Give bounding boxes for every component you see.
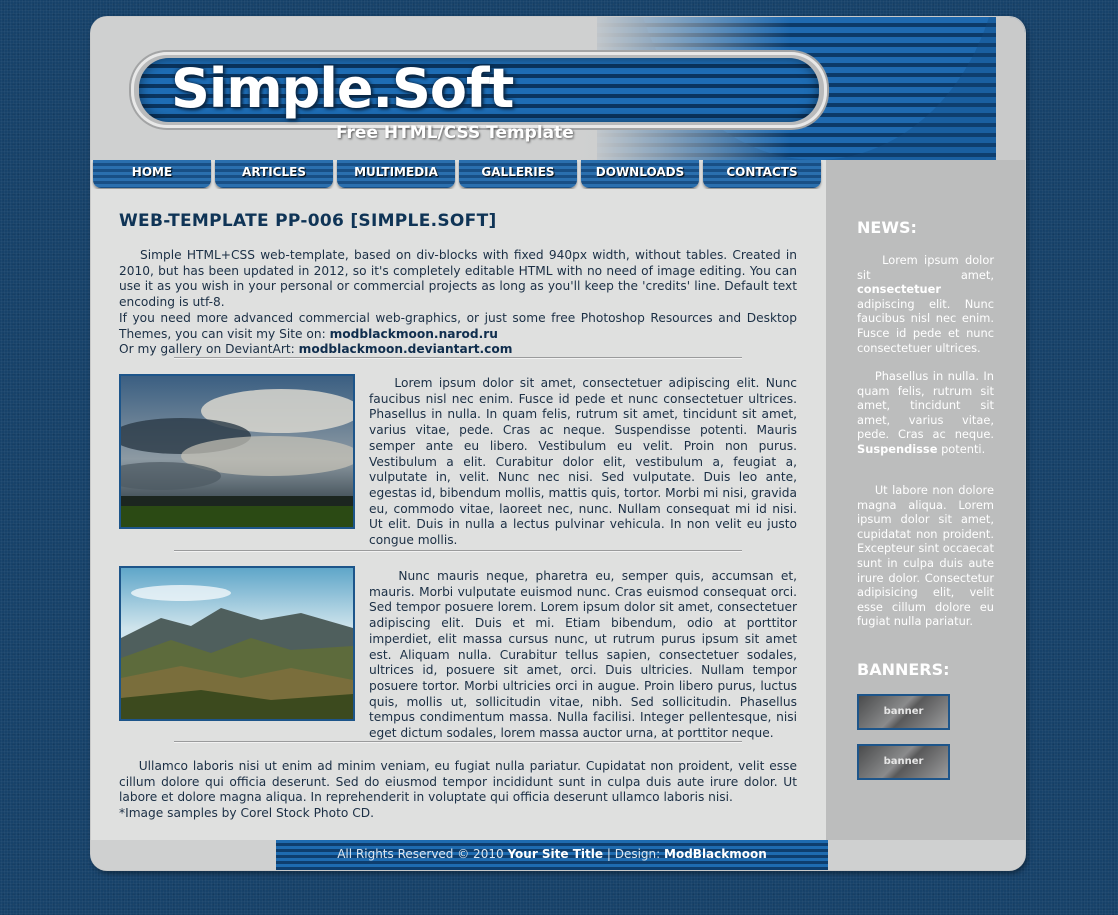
news-item-1: Lorem ipsum dolor sit amet, consectetuer… <box>857 253 994 355</box>
photo-clouds <box>119 374 355 529</box>
closing-paragraph: Ullamco laboris nisi ut enim ad minim ve… <box>119 759 798 805</box>
main-nav: HOME ARTICLES MULTIMEDIA GALLERIES DOWNL… <box>91 160 826 189</box>
news-1-b: consectetuer <box>857 282 942 297</box>
page-container: Simple.Soft Free HTML/CSS Template HOME … <box>91 17 1025 870</box>
divider <box>174 550 742 552</box>
article-1-text: Lorem ipsum dolor sit amet, consectetuer… <box>369 376 797 549</box>
footer-site-link[interactable]: Your Site Title <box>507 847 603 861</box>
footer-copyright: All Rights Reserved © 2010 <box>337 847 504 861</box>
header: Simple.Soft Free HTML/CSS Template <box>91 17 1025 160</box>
footer-designer-link[interactable]: ModBlackmoon <box>664 847 767 861</box>
header-edge <box>996 17 1025 160</box>
news-1-c: adipiscing elit. Nunc faucibus nisl nec … <box>857 296 994 355</box>
news-2-b: Suspendisse <box>857 441 938 456</box>
news-item-3: Ut labore non dolore magna aliqua. Lorem… <box>857 483 994 629</box>
news-3: Ut labore non dolore magna aliqua. Lorem… <box>857 483 994 629</box>
page-title: WEB-TEMPLATE PP-006 [SIMPLE.SOFT] <box>119 211 497 231</box>
intro-3: Or my gallery on DeviantArt: <box>119 342 295 357</box>
nav-downloads[interactable]: DOWNLOADS <box>581 160 699 188</box>
nav-galleries[interactable]: GALLERIES <box>459 160 577 188</box>
news-1-a: Lorem ipsum dolor sit amet, <box>857 253 994 282</box>
sidebar: NEWS: Lorem ipsum dolor sit amet, consec… <box>826 160 1025 840</box>
photo-mountains <box>119 566 355 721</box>
link-narod[interactable]: modblackmoon.narod.ru <box>330 327 498 341</box>
intro-text: Simple HTML+CSS web-template, based on d… <box>119 248 797 358</box>
news-2-c: potenti. <box>941 441 986 456</box>
divider <box>174 357 742 359</box>
article-2: Nunc mauris neque, pharetra eu, semper q… <box>369 569 798 741</box>
divider <box>174 741 742 743</box>
main-content: WEB-TEMPLATE PP-006 [SIMPLE.SOFT] Simple… <box>91 189 826 840</box>
image-credit-note: *Image samples by Corel Stock Photo CD. <box>119 806 374 821</box>
banner-1[interactable]: banner <box>857 694 950 730</box>
link-deviantart[interactable]: modblackmoon.deviantart.com <box>299 342 513 356</box>
nav-home[interactable]: HOME <box>93 160 211 188</box>
banner-2[interactable]: banner <box>857 744 950 780</box>
nav-articles[interactable]: ARTICLES <box>215 160 333 188</box>
mountains-image <box>121 568 353 719</box>
intro-1: Simple HTML+CSS web-template, based on d… <box>119 248 798 310</box>
nav-multimedia[interactable]: MULTIMEDIA <box>337 160 455 188</box>
news-heading: NEWS: <box>857 218 917 237</box>
footer-design-label: | Design: <box>606 847 661 861</box>
site-subtitle: Free HTML/CSS Template <box>336 123 574 143</box>
intro-paragraph-1: Simple HTML+CSS web-template, based on d… <box>119 248 797 309</box>
article-1: Lorem ipsum dolor sit amet, consectetuer… <box>369 376 797 548</box>
footer: All Rights Reserved © 2010 Your Site Tit… <box>91 840 1025 870</box>
news-item-2: Phasellus in nulla. In quam felis, rutru… <box>857 369 994 457</box>
nav-contacts[interactable]: CONTACTS <box>703 160 821 188</box>
closing-text: Ullamco laboris nisi ut enim ad minim ve… <box>119 759 797 822</box>
clouds-image <box>121 376 353 527</box>
article-2-text: Nunc mauris neque, pharetra eu, semper q… <box>369 569 797 742</box>
site-title[interactable]: Simple.Soft <box>171 57 514 120</box>
banners-heading: BANNERS: <box>857 660 950 679</box>
news-2-a: Phasellus in nulla. In quam felis, rutru… <box>857 369 995 442</box>
footer-credits: All Rights Reserved © 2010 Your Site Tit… <box>276 847 828 861</box>
